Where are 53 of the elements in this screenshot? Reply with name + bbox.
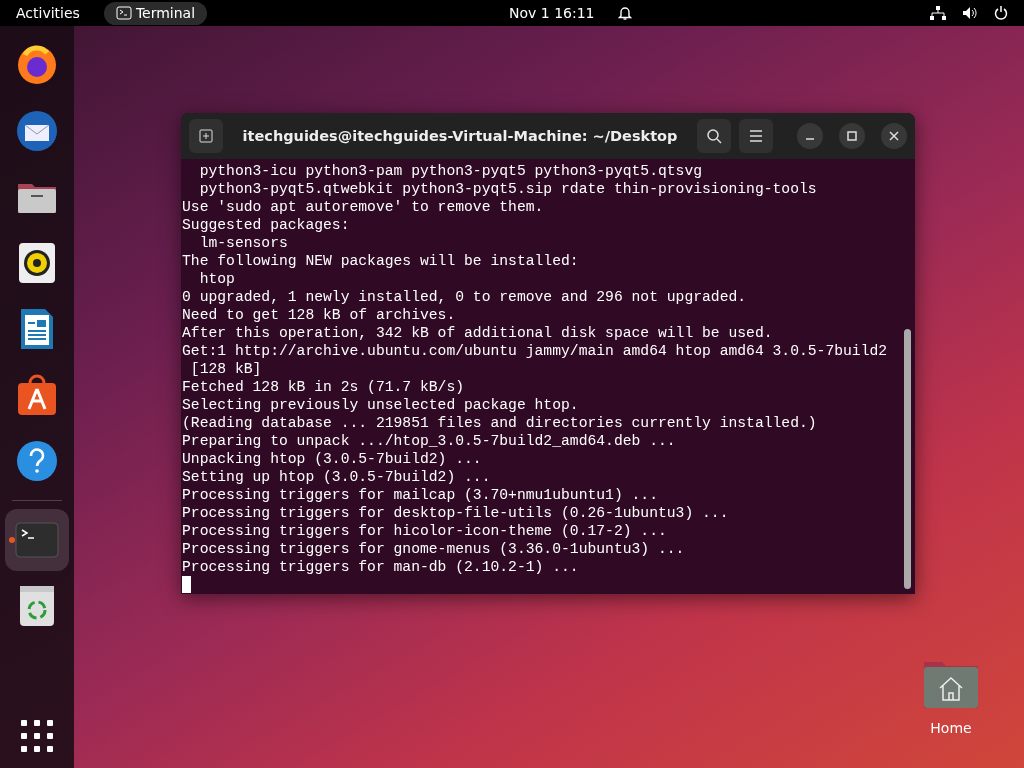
- clock[interactable]: Nov 1 16:11: [509, 2, 595, 24]
- terminal-line: python3-icu python3-pam python3-pyqt5 python3-pyqt5.qtsvg: [198, 162, 704, 180]
- terminal-line: Processing triggers for hicolor-icon-theme (0.17-2) ...: [182, 522, 668, 540]
- close-icon: [889, 131, 899, 141]
- app-grid-icon[interactable]: [21, 720, 53, 752]
- home-folder-icon[interactable]: [922, 660, 980, 710]
- plus-icon: [199, 129, 213, 143]
- menu-icon: [749, 130, 763, 142]
- help-icon: [15, 439, 59, 483]
- terminal-line: htop: [198, 270, 236, 288]
- minimize-icon: [805, 138, 815, 140]
- terminal-line: Get:1 http://archive.ubuntu.com/ubuntu jammy/main amd64 htop amd64 3.0.5-7build2: [182, 342, 889, 360]
- mail-bird-icon: [15, 109, 59, 153]
- terminal-line: Processing triggers for mailcap (3.70+nmu1ubuntu1) ...: [182, 486, 659, 504]
- terminal-line: (Reading database ... 219851 files and directories currently installed.): [182, 414, 818, 432]
- terminal-line: Need to get 128 kB of archives.: [182, 306, 457, 324]
- firefox-icon: [15, 43, 59, 87]
- desktop-icon-label[interactable]: Home: [930, 718, 972, 739]
- menu-button[interactable]: [739, 119, 773, 153]
- maximize-button[interactable]: [839, 123, 865, 149]
- terminal-line: Preparing to unpack .../htop_3.0.5-7build2_amd64.deb ...: [182, 432, 677, 450]
- network-icon[interactable]: [930, 6, 946, 20]
- scrollbar-thumb[interactable]: [904, 329, 911, 589]
- terminal-line: After this operation, 342 kB of additional disk space will be used.: [182, 324, 774, 342]
- shopping-bag-icon: [15, 373, 59, 417]
- activities-button[interactable]: Activities: [16, 2, 80, 24]
- terminal-icon: [115, 6, 132, 20]
- search-icon: [706, 128, 722, 144]
- terminal-line: The following NEW packages will be installed:: [182, 252, 580, 270]
- terminal-line: Selecting previously unselected package htop.: [182, 396, 580, 414]
- terminal-line: Use 'sudo apt autoremove' to remove them.: [182, 198, 545, 216]
- window-title: itechguides@itechguides-Virtual-Machine: ~/Desktop: [242, 128, 678, 144]
- app-menu-button[interactable]: Terminal: [103, 1, 208, 25]
- terminal-line: 0 upgraded, 1 newly installed, 0 to remove and 296 not upgraded.: [182, 288, 748, 306]
- volume-icon[interactable]: [962, 6, 978, 20]
- terminal-line: Processing triggers for man-db (2.10.2-1) ...: [182, 558, 580, 576]
- notification-bell-icon[interactable]: [618, 5, 633, 21]
- text-cursor: [182, 576, 191, 593]
- terminal-line: Unpacking htop (3.0.5-7build2) ...: [182, 450, 483, 468]
- search-button[interactable]: [697, 119, 731, 153]
- terminal-line: python3-pyqt5.qtwebkit python3-pyqt5.sip rdate thin-provisioning-tools: [198, 180, 818, 198]
- close-button[interactable]: [881, 123, 907, 149]
- terminal-line: Fetched 128 kB in 2s (71.7 kB/s): [182, 378, 466, 396]
- minimize-button[interactable]: [797, 123, 823, 149]
- terminal-line: Setting up htop (3.0.5-7build2) ...: [182, 468, 492, 486]
- maximize-icon: [847, 131, 857, 141]
- power-icon[interactable]: [994, 6, 1008, 20]
- terminal-line: lm-sensors: [198, 234, 289, 252]
- terminal-line: Processing triggers for gnome-menus (3.36.0-1ubuntu3) ...: [182, 540, 686, 558]
- new-tab-button[interactable]: [189, 119, 223, 153]
- terminal-line: Processing triggers for desktop-file-utils (0.26-1ubuntu3) ...: [182, 504, 730, 522]
- terminal-line: [128 kB]: [189, 360, 263, 378]
- terminal-line: Suggested packages:: [182, 216, 351, 234]
